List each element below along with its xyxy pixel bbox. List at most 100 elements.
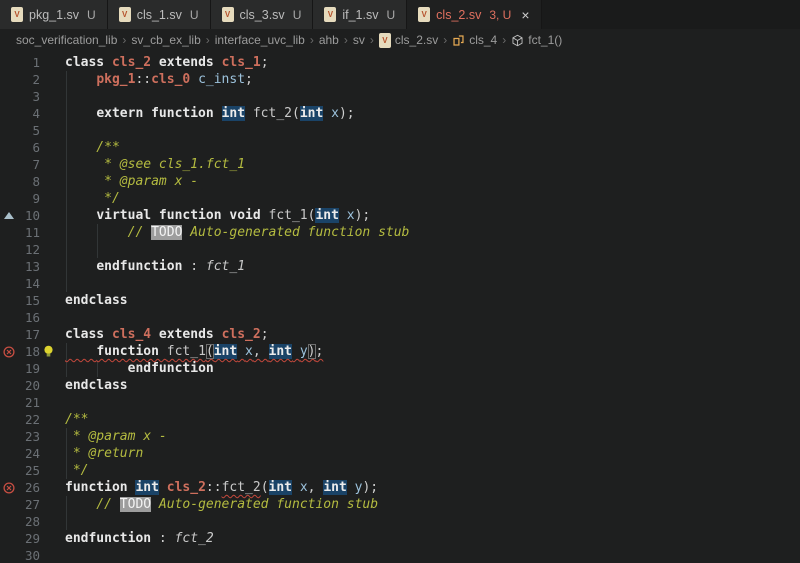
code-line-content[interactable]: endfunction : fct_2 bbox=[40, 530, 214, 547]
code-line-content[interactable]: */ bbox=[40, 190, 120, 207]
override-indicator-icon[interactable] bbox=[4, 212, 14, 219]
breadcrumb-item-sv[interactable]: sv bbox=[353, 33, 365, 47]
lightbulb-icon[interactable] bbox=[43, 345, 54, 358]
code-line-content[interactable] bbox=[40, 513, 65, 530]
line-number[interactable]: 7 bbox=[18, 156, 40, 173]
tab-label: if_1.sv bbox=[342, 7, 379, 22]
line-number[interactable]: 2 bbox=[18, 71, 40, 88]
code-line-content[interactable]: virtual function void fct_1(int x); bbox=[40, 207, 370, 224]
code-line-content[interactable]: * @param x - bbox=[40, 173, 198, 190]
code-line-content[interactable] bbox=[40, 547, 65, 563]
line-number[interactable]: 5 bbox=[18, 122, 40, 139]
code-token: int bbox=[135, 480, 159, 495]
code-line-content[interactable]: function fct_1(int x, int y); bbox=[40, 343, 323, 360]
code-token: int bbox=[221, 106, 246, 121]
code-token: ; bbox=[260, 327, 269, 342]
line-number[interactable]: 6 bbox=[18, 139, 40, 156]
tab-cls_3.sv[interactable]: cls_3.sv U bbox=[210, 0, 314, 29]
line-number[interactable]: 22 bbox=[18, 411, 40, 428]
code-line: 28 bbox=[0, 513, 800, 530]
line-number[interactable]: 12 bbox=[18, 241, 40, 258]
tab-status-badge: U bbox=[292, 7, 302, 22]
line-number[interactable]: 4 bbox=[18, 105, 40, 122]
code-token: // bbox=[65, 225, 152, 240]
code-line-content[interactable] bbox=[40, 275, 65, 292]
code-editor[interactable]: 1 class cls_2 extends cls_1; 2 pkg_1::cls_… bbox=[0, 51, 800, 563]
code-line-content[interactable]: /** bbox=[40, 411, 88, 428]
code-line-content[interactable]: class cls_2 extends cls_1; bbox=[40, 54, 269, 71]
line-number[interactable]: 11 bbox=[18, 224, 40, 241]
code-line-content[interactable] bbox=[40, 394, 65, 411]
line-number[interactable]: 28 bbox=[18, 513, 40, 530]
line-number[interactable]: 10 bbox=[18, 207, 40, 224]
breadcrumb-item-cls_2.sv[interactable]: cls_2.sv bbox=[378, 32, 438, 48]
line-number[interactable]: 27 bbox=[18, 496, 40, 513]
line-number[interactable]: 23 bbox=[18, 428, 40, 445]
line-number[interactable]: 21 bbox=[18, 394, 40, 411]
code-line-content[interactable]: * @see cls_1.fct_1 bbox=[40, 156, 245, 173]
code-line-content[interactable]: endfunction bbox=[40, 360, 214, 377]
tab-cls_2.sv[interactable]: cls_2.sv 3, U × bbox=[407, 0, 542, 29]
tab-cls_1.sv[interactable]: cls_1.sv U bbox=[107, 0, 211, 29]
code-line-content[interactable] bbox=[40, 241, 65, 258]
code-token: ); bbox=[338, 106, 355, 121]
code-line: 25 */ bbox=[0, 462, 800, 479]
code-line-content[interactable]: * @param x - bbox=[40, 428, 167, 445]
code-line-content[interactable]: /** bbox=[40, 139, 120, 156]
line-number[interactable]: 16 bbox=[18, 309, 40, 326]
code-line-content[interactable]: endfunction : fct_1 bbox=[40, 258, 245, 275]
code-line: 23 * @param x - bbox=[0, 428, 800, 445]
line-number[interactable]: 20 bbox=[18, 377, 40, 394]
line-number[interactable]: 25 bbox=[18, 462, 40, 479]
systemverilog-file-icon bbox=[418, 7, 431, 22]
code-line-content[interactable]: extern function int fct_2(int x); bbox=[40, 105, 355, 122]
tab-status-badge: U bbox=[87, 7, 96, 22]
code-token: fct_1 bbox=[268, 208, 308, 223]
code-line-content[interactable] bbox=[40, 309, 65, 326]
code-line-content[interactable]: function int cls_2::fct_2(int x, int y); bbox=[40, 479, 378, 496]
code-line-content[interactable]: pkg_1::cls_0 c_inst; bbox=[40, 71, 253, 88]
code-line-content[interactable] bbox=[40, 122, 65, 139]
line-number[interactable]: 24 bbox=[18, 445, 40, 462]
line-number[interactable]: 30 bbox=[18, 547, 40, 563]
tab-if_1.sv[interactable]: if_1.sv U bbox=[313, 0, 408, 29]
line-number[interactable]: 18 bbox=[18, 343, 40, 360]
line-number[interactable]: 15 bbox=[18, 292, 40, 309]
line-number[interactable]: 9 bbox=[18, 190, 40, 207]
code-token: virtual function void bbox=[96, 208, 269, 223]
breadcrumb-item-cls_4[interactable]: cls_4 bbox=[452, 33, 497, 47]
code-line-content[interactable]: // TODO Auto-generated function stub bbox=[40, 496, 378, 513]
line-number[interactable]: 14 bbox=[18, 275, 40, 292]
breadcrumb-item-soc_verification_lib[interactable]: soc_verification_lib bbox=[16, 33, 117, 47]
code-line-content[interactable]: endclass bbox=[40, 292, 128, 309]
code-line-content[interactable]: */ bbox=[40, 462, 89, 479]
line-number[interactable]: 29 bbox=[18, 530, 40, 547]
code-line-content[interactable]: * @return bbox=[40, 445, 143, 462]
code-line-content[interactable]: class cls_4 extends cls_2; bbox=[40, 326, 269, 343]
tab-pkg_1.sv[interactable]: pkg_1.sv U bbox=[0, 0, 108, 29]
tab-label: cls_1.sv bbox=[136, 7, 182, 22]
line-number[interactable]: 13 bbox=[18, 258, 40, 275]
line-number[interactable]: 26 bbox=[18, 479, 40, 496]
line-number[interactable]: 1 bbox=[18, 54, 40, 71]
breadcrumb-item-sv_cb_ex_lib[interactable]: sv_cb_ex_lib bbox=[131, 33, 200, 47]
line-number[interactable]: 19 bbox=[18, 360, 40, 377]
breadcrumb-item-interface_uvc_lib[interactable]: interface_uvc_lib bbox=[215, 33, 305, 47]
breadcrumb-item-fct_1[interactable]: fct_1() bbox=[511, 33, 562, 47]
code-line-content[interactable]: endclass bbox=[40, 377, 128, 394]
code-token: , bbox=[307, 480, 324, 495]
code-token: int bbox=[299, 106, 324, 121]
code-line-content[interactable] bbox=[40, 88, 65, 105]
line-number[interactable]: 3 bbox=[18, 88, 40, 105]
close-icon[interactable]: × bbox=[521, 8, 529, 22]
code-token: fct_2 bbox=[174, 531, 214, 546]
breadcrumb-item-ahb[interactable]: ahb bbox=[319, 33, 339, 47]
line-number[interactable]: 8 bbox=[18, 173, 40, 190]
code-line-content[interactable]: // TODO Auto-generated function stub bbox=[40, 224, 409, 241]
line-number[interactable]: 17 bbox=[18, 326, 40, 343]
